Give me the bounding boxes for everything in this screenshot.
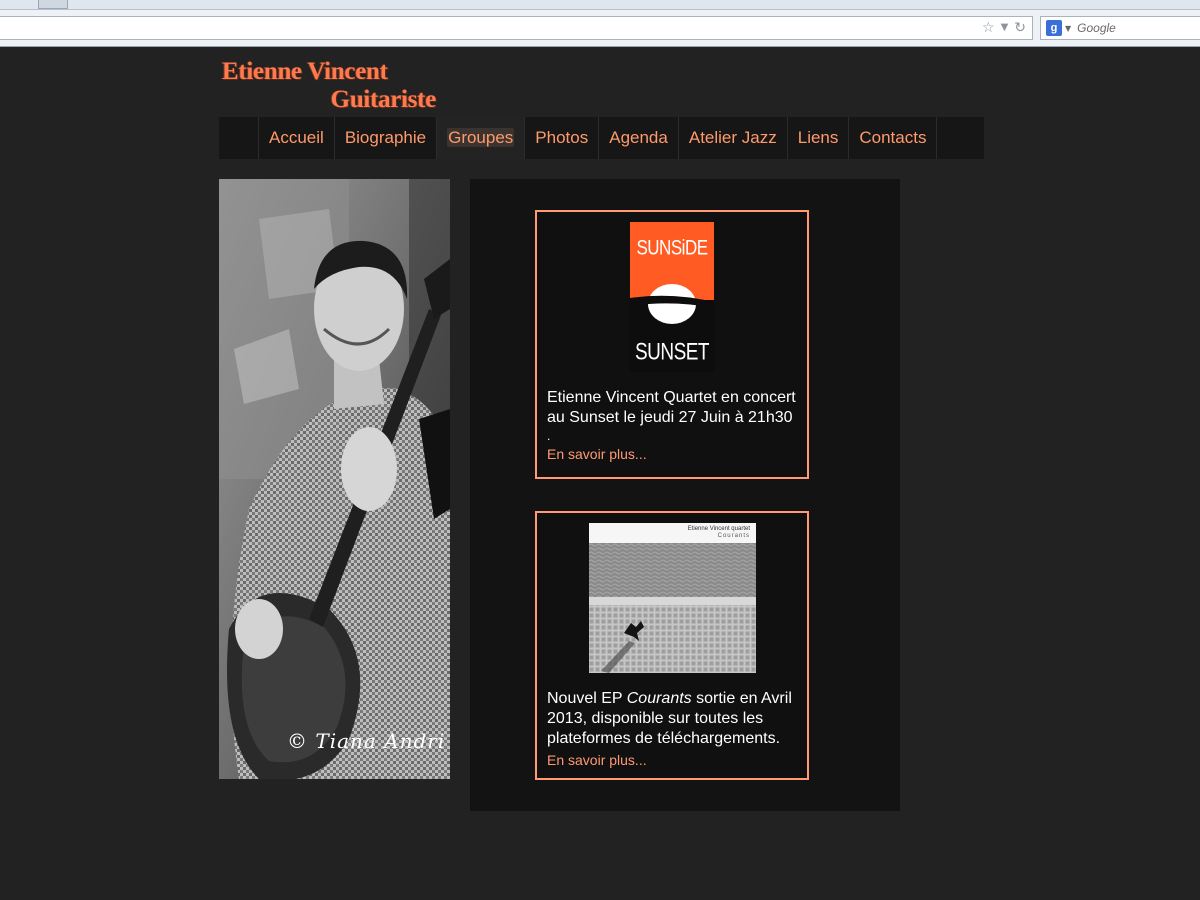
history-dropdown-icon[interactable]: ▼ [1001,19,1009,37]
news-panel: SUNSiDE SUNSET Etienne Vincent Quartet e… [470,179,900,811]
news-card-ep: Etienne Vincent quartet Courants Nouvel … [535,511,809,780]
address-bar-icons: ☆ ▼ ↻ [982,19,1026,37]
search-engine-dropdown-icon[interactable]: ▼ [1065,24,1071,33]
browser-search-input[interactable] [1077,21,1188,35]
browser-tab[interactable] [38,0,68,9]
nav-item-photos[interactable]: Photos [525,117,600,159]
bookmark-star-icon[interactable]: ☆ [982,19,995,37]
read-more-link[interactable]: En savoir plus... [547,445,647,463]
logo-subtitle: Guitariste [330,86,437,113]
nav-item-accueil[interactable]: Accueil [259,117,335,159]
google-g-icon[interactable]: g [1046,20,1062,36]
ep-title: Courants [626,690,692,707]
photo-credit: © Tiana Andri [287,729,446,753]
courants-album-cover[interactable]: Etienne Vincent quartet Courants [589,523,756,673]
nav-item-agenda[interactable]: Agenda [599,117,679,159]
poster-title-bottom: SUNSET [634,339,710,366]
browser-tab-strip [0,0,1200,10]
nav-label: Groupes [447,128,515,147]
news-card-body: Etienne Vincent Quartet en concert au Su… [547,388,803,464]
nav-label: Liens [797,128,839,147]
nav-spacer [219,117,259,159]
logo-name: Etienne Vincent [222,58,388,85]
nav-label: Photos [535,128,589,147]
nav-label: Biographie [344,128,427,147]
nav-label: Contacts [859,128,927,147]
reload-icon[interactable]: ↻ [1014,19,1026,37]
news-card-concert: SUNSiDE SUNSET Etienne Vincent Quartet e… [535,210,809,479]
news-card-text: Etienne Vincent Quartet en concert au Su… [547,389,796,426]
address-bar[interactable]: ☆ ▼ ↻ [0,16,1033,40]
nav-item-biographie[interactable]: Biographie [335,117,438,159]
text-before: Nouvel EP [547,690,627,707]
poster-title-top: SUNSiDE [636,235,708,260]
main-navigation: Accueil Biographie Groupes Photos Agenda… [219,117,984,159]
nav-item-contacts[interactable]: Contacts [849,117,938,159]
nav-label: Atelier Jazz [688,128,777,147]
album-subtitle: Courants [717,533,750,539]
news-card-body: Nouvel EP Courants sortie en Avril 2013,… [547,689,797,770]
album-title: Etienne Vincent quartet [687,526,750,532]
browser-toolbar: ☆ ▼ ↻ g ▼ [0,10,1200,47]
guitarist-photo: © Tiana Andri [219,179,450,779]
guitarist-photo-illustration [219,179,450,779]
album-cover-art [589,543,756,673]
nav-item-groupes[interactable]: Groupes [437,117,526,159]
news-card-trailing: . [547,429,551,443]
nav-label: Accueil [269,128,324,147]
nav-item-liens[interactable]: Liens [788,117,850,159]
nav-label: Agenda [609,128,668,147]
browser-search-box[interactable]: g ▼ [1040,16,1200,40]
news-card-text: Nouvel EP Courants sortie en Avril 2013,… [547,689,797,749]
site-logo[interactable]: Etienne Vincent Guitariste [222,58,438,116]
read-more-link[interactable]: En savoir plus... [547,751,647,769]
nav-item-atelier-jazz[interactable]: Atelier Jazz [679,117,788,159]
sunside-sunset-poster[interactable]: SUNSiDE SUNSET [630,222,714,372]
